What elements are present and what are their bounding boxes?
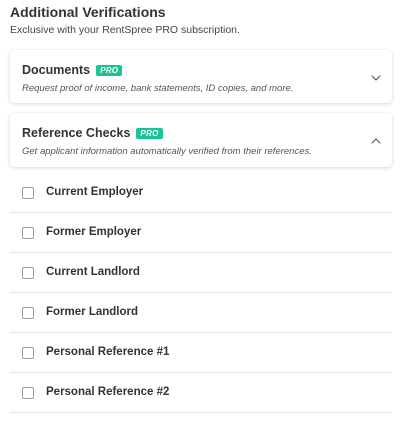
section-title: Additional Verifications (10, 4, 166, 20)
option-current-employer[interactable]: Current Employer (10, 173, 392, 213)
former-landlord-checkbox[interactable] (22, 306, 34, 319)
documents-card[interactable]: Documents PRO Request proof of income, b… (10, 50, 392, 103)
reference-options-list: Current Employer Former Employer Current… (10, 173, 392, 413)
chevron-down-icon[interactable] (370, 72, 382, 84)
option-label: Current Employer (46, 186, 144, 198)
option-personal-reference-1[interactable]: Personal Reference #1 (10, 333, 392, 373)
option-label: Personal Reference #1 (46, 346, 170, 358)
option-label: Former Employer (46, 226, 142, 238)
chevron-up-icon[interactable] (370, 135, 382, 147)
reference-checks-title-row: Reference Checks PRO (22, 126, 380, 140)
option-former-employer[interactable]: Former Employer (10, 213, 392, 253)
option-personal-reference-2[interactable]: Personal Reference #2 (10, 373, 392, 413)
option-current-landlord[interactable]: Current Landlord (10, 253, 392, 293)
option-label: Current Landlord (46, 266, 140, 278)
documents-pro-badge: PRO (96, 64, 123, 76)
current-employer-checkbox[interactable] (22, 186, 34, 199)
reference-checks-title: Reference Checks (22, 126, 131, 140)
reference-checks-description: Get applicant information automatically … (22, 146, 312, 157)
personal-reference-1-checkbox[interactable] (22, 346, 34, 359)
reference-checks-card[interactable]: Reference Checks PRO Get applicant infor… (10, 113, 392, 167)
former-employer-checkbox[interactable] (22, 226, 34, 239)
additional-verifications-header: Additional Verifications Exclusive with … (10, 4, 404, 36)
option-former-landlord[interactable]: Former Landlord (10, 293, 392, 333)
reference-checks-pro-badge: PRO (136, 127, 163, 139)
option-label: Former Landlord (46, 306, 139, 318)
documents-title-row: Documents PRO (22, 63, 380, 77)
option-label: Personal Reference #2 (46, 386, 170, 398)
documents-description: Request proof of income, bank statements… (22, 83, 294, 94)
personal-reference-2-checkbox[interactable] (22, 386, 34, 399)
section-subtitle: Exclusive with your RentSpree PRO subscr… (10, 24, 240, 36)
documents-title: Documents (22, 63, 91, 77)
current-landlord-checkbox[interactable] (22, 266, 34, 279)
